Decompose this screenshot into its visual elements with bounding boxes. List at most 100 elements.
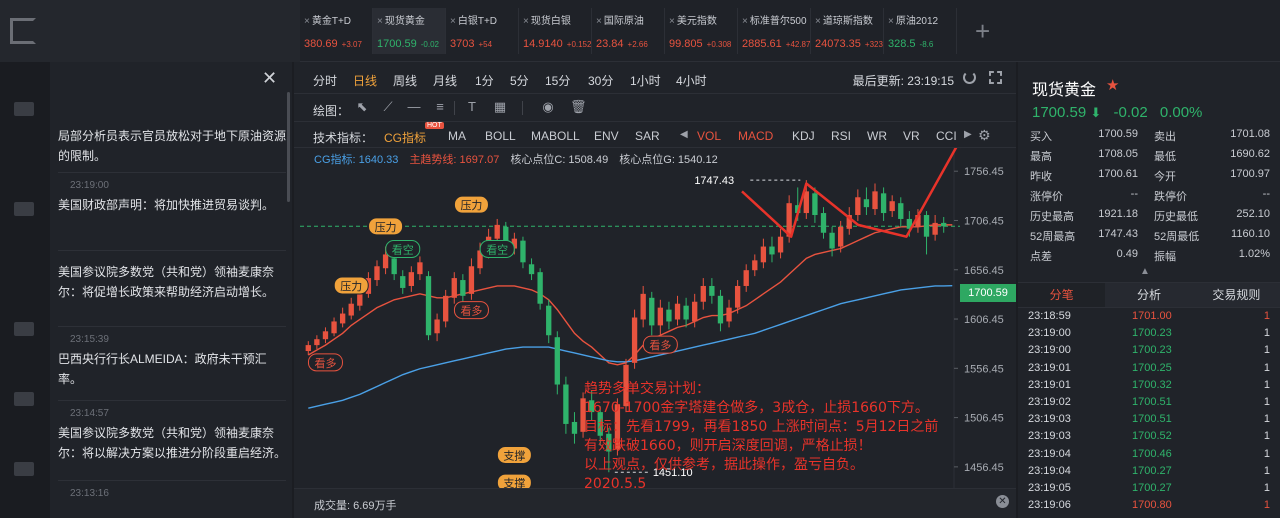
- bear-badge[interactable]: 看空: [479, 240, 515, 259]
- indicator-tab[interactable]: CCI: [936, 129, 957, 143]
- news-rail-icon[interactable]: [14, 102, 34, 116]
- tick-row: 23:19:04 1700.46 1: [1028, 448, 1270, 465]
- bull-badge[interactable]: 看多: [642, 335, 678, 354]
- period-tab[interactable]: 4小时: [676, 72, 707, 89]
- gear-icon[interactable]: ⚙: [978, 127, 991, 144]
- news-scrollbar[interactable]: [287, 92, 290, 202]
- close-icon[interactable]: ×: [742, 16, 748, 27]
- indicator-tab[interactable]: CG指标: [384, 129, 426, 146]
- period-tab[interactable]: 1小时: [630, 72, 661, 89]
- period-tab[interactable]: 30分: [588, 72, 613, 89]
- news-rail-icon[interactable]: [14, 392, 34, 406]
- support-badge[interactable]: 支撑: [496, 473, 532, 488]
- close-icon[interactable]: ×: [523, 16, 529, 27]
- news-item[interactable]: 23:14:57 美国参议院多数党（共和党）领袖麦康奈尔：将以解决方案以推进分阶段…: [58, 408, 286, 463]
- close-icon[interactable]: ×: [888, 16, 894, 27]
- period-tab[interactable]: 分时: [313, 72, 337, 89]
- hot-badge: HOT: [425, 122, 444, 129]
- chevron-up-icon[interactable]: ▲: [1140, 266, 1150, 277]
- quote-tab[interactable]: 交易规则: [1192, 283, 1280, 307]
- news-item[interactable]: 23:15:39 巴西央行行长ALMEIDA：政府未干预汇率。: [58, 334, 286, 389]
- scroll-left-icon[interactable]: ◀: [680, 129, 688, 140]
- text-tool-icon[interactable]: T: [464, 99, 480, 115]
- ticker-tab[interactable]: × 现货白银 14.9140 +0.152: [519, 8, 592, 54]
- candle-body: [734, 285, 741, 308]
- news-divider: [58, 480, 286, 481]
- parallel-line-tool-icon[interactable]: ≡: [432, 99, 448, 115]
- news-item[interactable]: 23:13:16: [58, 488, 286, 499]
- close-icon[interactable]: ×: [450, 16, 456, 27]
- period-tab[interactable]: 周线: [393, 72, 417, 89]
- news-rail-icon[interactable]: [14, 322, 34, 336]
- trash-icon[interactable]: 🗑: [570, 99, 587, 115]
- news-rail-icon[interactable]: [14, 202, 34, 216]
- ticker-change: +2.66: [627, 40, 648, 49]
- ticker-name: × 国际原油: [596, 12, 664, 27]
- bull-badge[interactable]: 看多: [453, 301, 489, 320]
- indicator-tab[interactable]: SAR: [635, 129, 660, 143]
- tick-price: 1700.23: [1132, 344, 1172, 357]
- plan-line: 以上观点，仅供参考，据此操作，盈亏自负。: [584, 457, 864, 473]
- candle-body: [692, 301, 698, 322]
- screenshot-tool-icon[interactable]: ▦: [492, 99, 508, 115]
- indicator-tab[interactable]: VOL: [697, 129, 721, 143]
- pressure-badge[interactable]: 压力: [453, 195, 489, 214]
- eye-icon[interactable]: ◉: [540, 99, 556, 115]
- tick-row: 23:19:00 1700.23 1: [1028, 344, 1270, 361]
- quote-tab[interactable]: 分笔: [1018, 283, 1106, 307]
- ticker-tab[interactable]: × 标准普尔500 2885.61 +42.87: [738, 8, 811, 54]
- indicator-tab[interactable]: MACD: [738, 129, 773, 143]
- ticker-tab[interactable]: × 现货黄金 1700.59 -0.02: [373, 8, 446, 54]
- ticker-price-value: 328.5: [888, 38, 916, 50]
- candle-body: [546, 305, 552, 336]
- tick-price: 1701.00: [1132, 310, 1172, 322]
- period-tab[interactable]: 日线: [353, 72, 377, 89]
- close-icon[interactable]: ✕: [262, 68, 277, 89]
- indicator-tab[interactable]: BOLL: [485, 129, 516, 143]
- bear-badge[interactable]: 看空: [385, 240, 421, 259]
- candle-body: [468, 266, 475, 294]
- bull-badge[interactable]: 看多: [307, 353, 343, 372]
- ticker-tab[interactable]: × 黄金T+D 380.69 +3.07: [300, 8, 373, 54]
- period-tab[interactable]: 月线: [433, 72, 457, 89]
- period-tab[interactable]: 5分: [510, 72, 529, 89]
- indicator-tab[interactable]: MABOLL: [531, 129, 580, 143]
- trendline-tool-icon[interactable]: ⟋: [380, 99, 396, 115]
- fullscreen-icon[interactable]: [989, 71, 1002, 84]
- support-badge[interactable]: 支撑: [496, 445, 532, 464]
- news-item[interactable]: 美国参议院多数党（共和党）领袖麦康奈尔：将促增长政策来帮助经济启动增长。: [58, 258, 286, 302]
- quote-title: 现货黄金: [1032, 82, 1097, 99]
- news-rail-icon[interactable]: [14, 462, 34, 476]
- ticker-tab[interactable]: × 国际原油 23.84 +2.66: [592, 8, 665, 54]
- close-icon[interactable]: ×: [377, 16, 383, 27]
- close-icon[interactable]: ×: [669, 16, 675, 27]
- close-icon[interactable]: ×: [304, 16, 310, 27]
- news-item[interactable]: 局部分析员表示官员放松对于地下原油资源的限制。: [58, 122, 286, 166]
- pressure-badge[interactable]: 压力: [333, 276, 369, 295]
- indicator-tab[interactable]: ENV: [594, 129, 619, 143]
- indicator-tab[interactable]: RSI: [831, 129, 851, 143]
- scroll-right-icon[interactable]: ▶: [964, 129, 972, 140]
- ticker-tab[interactable]: × 道琼斯指数 24073.35 +323: [811, 8, 884, 54]
- ticker-name-text: 美元指数: [676, 16, 717, 27]
- indicator-tab[interactable]: WR: [867, 129, 887, 143]
- period-tab[interactable]: 15分: [545, 72, 570, 89]
- indicator-tab[interactable]: KDJ: [792, 129, 815, 143]
- horizontal-line-tool-icon[interactable]: —: [406, 99, 422, 115]
- quote-tab[interactable]: 分析: [1105, 283, 1193, 307]
- ticker-tab[interactable]: × 原油2012 328.5 -8.6: [884, 8, 957, 54]
- news-item[interactable]: 23:19:00 美国财政部声明：将加快推进贸易谈判。: [58, 180, 286, 215]
- close-icon[interactable]: ×: [815, 16, 821, 27]
- cursor-tool-icon[interactable]: ⬉: [354, 99, 370, 115]
- close-icon[interactable]: ✕: [996, 495, 1009, 508]
- indicator-tab[interactable]: VR: [903, 129, 920, 143]
- add-tab-button[interactable]: +: [975, 18, 990, 44]
- ticker-tab[interactable]: × 白银T+D 3703 +54: [446, 8, 519, 54]
- ticker-tab[interactable]: × 美元指数 99.805 +0.308: [665, 8, 738, 54]
- period-tab[interactable]: 1分: [475, 72, 494, 89]
- pressure-badge[interactable]: 压力: [368, 217, 404, 236]
- indicator-tab[interactable]: MA: [448, 129, 466, 143]
- close-icon[interactable]: ×: [596, 16, 602, 27]
- star-icon[interactable]: ★: [1106, 76, 1119, 94]
- refresh-icon[interactable]: [963, 71, 976, 84]
